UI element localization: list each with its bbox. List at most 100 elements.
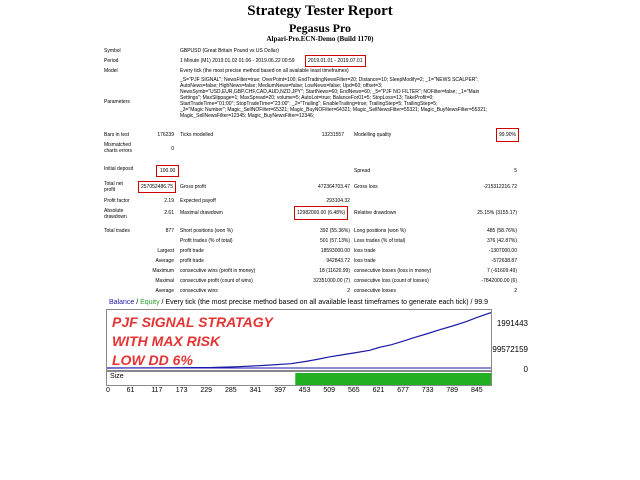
chart-model-text: Every tick (the most precise method base… <box>165 299 469 306</box>
pt-label: Profit trades (% of total) <box>180 238 233 244</box>
lt-label: Loss trades (% of total) <box>354 238 406 244</box>
annotation-line: PJF SIGNAL STRATAGY <box>112 314 274 330</box>
ap-label: profit trade <box>180 258 204 264</box>
pf-value: 2.19 <box>164 198 174 204</box>
short-value: 392 (55.36%) <box>319 228 350 234</box>
maxdd-value: 12982000.00 (6.48%) <box>294 206 349 220</box>
ap-value: 942843.72 <box>326 258 350 264</box>
x-tick-label: 0 <box>106 387 110 394</box>
largest-label: Largest <box>157 248 174 254</box>
mcl-label: consecutive losses (loss in money) <box>354 268 432 274</box>
x-tick-label: 453 <box>298 387 311 394</box>
x-axis: 0 61 117 173 229 285 341 397 453 509 565 621 677 733 7… <box>106 387 528 397</box>
quality-value: 99.90% <box>496 128 519 142</box>
al-value: -572638.87 <box>491 258 517 264</box>
ll-label: loss trade <box>354 248 376 254</box>
acw-value: 2 <box>347 288 350 294</box>
absdd-label: Absolute drawdown <box>104 208 127 220</box>
lp-value: 18593000.00 <box>320 248 350 254</box>
al-label: loss trade <box>354 258 376 264</box>
ea-name: Pegasus Pro <box>288 21 352 35</box>
x-tick-label: 621 <box>372 387 385 394</box>
mcp-label: consecutive profit (count of wins) <box>180 278 253 284</box>
y-tick-label: 99572159 <box>492 345 528 354</box>
reldd-value: 25.15% (3155.17) <box>477 210 517 216</box>
trades-value: 877 <box>165 228 174 234</box>
absdd-value: 2.61 <box>164 210 174 216</box>
quality-label: Modelling quality <box>354 132 392 138</box>
spread-label: Spread <box>354 168 371 174</box>
x-tick-label: 677 <box>397 387 409 394</box>
grossprofit-value: 472364703.47 <box>318 184 350 190</box>
symbol-label: Symbol <box>104 48 121 54</box>
maximal-label: Maximal <box>155 278 174 284</box>
lp-label: profit trade <box>180 248 204 254</box>
mcl-value: 7 (-61609.49) <box>486 268 517 274</box>
long-label: Long positions (won %) <box>354 228 406 234</box>
bars-label: Bars in test <box>104 132 130 138</box>
mcloss-value: -7842000.00 (6) <box>481 278 517 284</box>
payoff-value: 293104.32 <box>326 198 350 204</box>
acw-label: consecutive wins <box>180 288 218 294</box>
ll-value: -1307000.00 <box>488 248 517 254</box>
x-tick-label: 173 <box>175 387 188 394</box>
trades-label: Total trades <box>104 228 130 234</box>
x-tick-label: 229 <box>200 387 213 394</box>
y-tick-label: 0 <box>523 365 528 374</box>
grossloss-label: Gross loss <box>354 184 378 190</box>
ticks-value: 13231557 <box>321 132 344 138</box>
pt-value: 501 (57.13%) <box>319 238 350 244</box>
long-value: 485 (58.76%) <box>486 228 517 234</box>
model-label: Model <box>104 68 118 74</box>
ticks-label: Ticks modelled <box>180 132 214 138</box>
x-tick-label: 117 <box>151 387 163 394</box>
x-tick-label: 845 <box>471 387 483 394</box>
bars-value: 176239 <box>157 132 174 138</box>
payoff-label: Expected payoff <box>180 198 216 204</box>
mismatch-label: Mismatched charts errors <box>104 142 133 154</box>
period-label: Period <box>104 58 119 64</box>
x-tick-label: 285 <box>225 387 237 394</box>
grossprofit-label: Gross profit <box>180 184 206 190</box>
size-label: Size <box>110 373 124 380</box>
annotation-line: WITH MAX RISK <box>112 333 221 349</box>
netprofit-value: 257052486.75 <box>138 181 176 193</box>
short-label: Short positions (won %) <box>180 228 233 234</box>
grossloss-value: -215312216.72 <box>483 184 517 190</box>
promo-annotation: PJF SIGNAL STRATAGY WITH MAX RISK LOW DD… <box>112 313 273 370</box>
annotation-line: LOW DD 6% <box>112 352 193 368</box>
x-tick-label: 509 <box>323 387 336 394</box>
legend-balance: Balance <box>109 299 135 306</box>
average-label: Average <box>155 258 174 264</box>
x-tick-label: 341 <box>249 387 262 394</box>
lt-value: 376 (42.87%) <box>486 238 517 244</box>
maxdd-label: Maximal drawdown <box>180 210 223 216</box>
reldd-label: Relative drawdown <box>354 210 397 216</box>
y-tick-label: 1991443 <box>496 319 528 328</box>
size-area: Size <box>106 371 492 386</box>
period-highlight: 2019.01.01 - 2019.07.01 <box>305 55 366 67</box>
spread-value: 5 <box>514 168 517 174</box>
pf-label: Profit factor <box>104 198 130 204</box>
x-tick-label: 789 <box>446 387 459 394</box>
mismatch-value: 0 <box>171 146 174 152</box>
avg2-label: Average <box>155 288 174 294</box>
size-bars <box>295 373 491 385</box>
symbol-value: GBPUSD (Great Britain Pound vs US Dollar… <box>180 48 279 54</box>
maximum-label: Maximum <box>152 268 174 274</box>
x-tick-label: 61 <box>126 387 135 394</box>
report-title: Strategy Tester Report <box>247 3 393 19</box>
mcloss-label: consecutive loss (count of losses) <box>354 278 429 284</box>
x-tick-label: 397 <box>274 387 286 394</box>
period-value: 1 Minute (M1) 2019.01.02 01:06 - 2019.06… <box>180 58 295 64</box>
mcw-label: consecutive wins (profit in money) <box>180 268 256 274</box>
mcw-value: 18 (11620.99) <box>319 268 350 274</box>
param-line: Magic_SellNewsFilter=12345; Magic_BuyNew… <box>180 113 315 119</box>
account-info: Alpari-Pro.ECN-Demo (Build 1170) <box>266 35 374 43</box>
x-tick-label: 733 <box>421 387 434 394</box>
size-plot <box>295 373 491 385</box>
mcp-value: 32351000.00 (7) <box>313 278 350 284</box>
legend-equity: Equity <box>140 299 160 306</box>
chart-trail: / 99.9 <box>468 299 489 306</box>
acl-label: consecutive losses <box>354 288 396 294</box>
